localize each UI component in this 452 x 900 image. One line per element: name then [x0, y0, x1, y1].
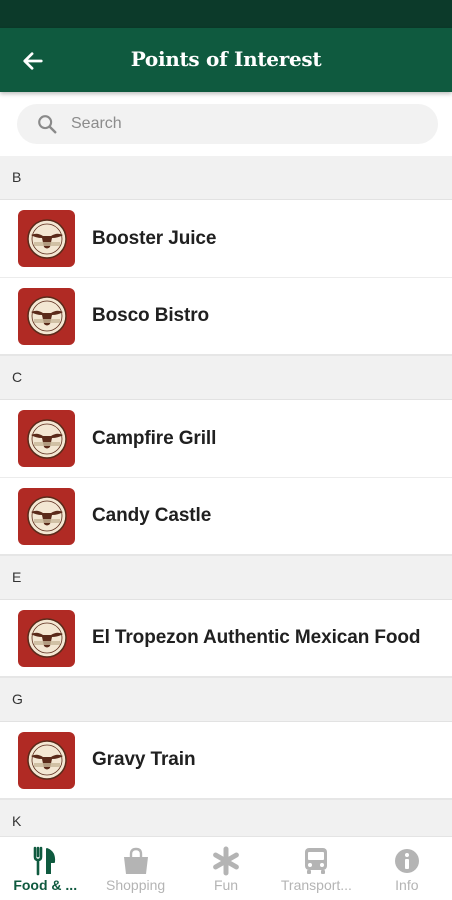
steer-logo-icon — [18, 410, 75, 467]
nav-tab-0[interactable]: Food & ... — [0, 837, 90, 900]
steer-logo-icon — [18, 287, 75, 345]
list-item-label: Booster Juice — [92, 227, 217, 249]
status-bar — [0, 0, 452, 28]
list-item-label: Candy Castle — [92, 505, 212, 526]
search-icon — [35, 112, 59, 136]
nav-tab-label: Info — [395, 877, 419, 893]
section-header-b: B — [0, 156, 452, 200]
section-header-c: C — [0, 356, 452, 400]
steer-logo-icon — [18, 731, 75, 789]
nav-tab-label: Food & ... — [13, 877, 78, 893]
shopping-bag-icon — [121, 846, 151, 876]
bus-icon — [301, 846, 331, 876]
list-item-label: Campfire Grill — [92, 427, 217, 449]
nav-tab-label: Transport... — [280, 877, 352, 893]
app-bar: Points of Interest — [0, 28, 452, 92]
back-button[interactable] — [16, 44, 50, 78]
bottom-nav: Food & ... Shopping Fun Transport... Inf… — [0, 836, 452, 900]
section-header-k: K — [0, 800, 452, 836]
steer-logo-icon — [18, 487, 75, 545]
search-box[interactable] — [17, 104, 438, 144]
list-item[interactable]: El Tropezon Authentic Mexican Food — [0, 600, 452, 678]
steer-logo-icon — [18, 609, 75, 667]
nav-tab-3[interactable]: Transport... — [271, 837, 361, 900]
nav-tab-2[interactable]: Fun — [181, 837, 271, 900]
search-input[interactable] — [71, 115, 391, 133]
page-title: Points of Interest — [130, 47, 322, 71]
list-item-label: El Tropezon Authentic Mexican Food — [92, 627, 421, 648]
list-item-label: Bosco Bistro — [92, 305, 210, 326]
nav-tab-label: Shopping — [106, 877, 166, 893]
nav-tab-4[interactable]: Info — [362, 837, 452, 900]
section-header-g: G — [0, 678, 452, 722]
list-item[interactable]: Candy Castle — [0, 478, 452, 556]
nav-tab-1[interactable]: Shopping — [90, 837, 180, 900]
list-item-label: Gravy Train — [92, 749, 196, 770]
list-item[interactable]: Campfire Grill — [0, 400, 452, 478]
list-item[interactable]: Gravy Train — [0, 722, 452, 800]
search-bar — [0, 92, 452, 156]
asterisk-icon — [211, 846, 241, 876]
list-item[interactable]: Bosco Bistro — [0, 278, 452, 356]
section-header-e: E — [0, 556, 452, 600]
poi-list[interactable]: B Booster Juice Bosco Bistro C Campfire G… — [0, 156, 452, 836]
info-icon — [392, 846, 422, 876]
back-arrow-icon — [23, 52, 43, 70]
fork-knife-icon — [30, 846, 60, 876]
list-item[interactable]: Booster Juice — [0, 200, 452, 278]
nav-tab-label: Fun — [213, 877, 239, 893]
steer-logo-icon — [18, 210, 75, 267]
